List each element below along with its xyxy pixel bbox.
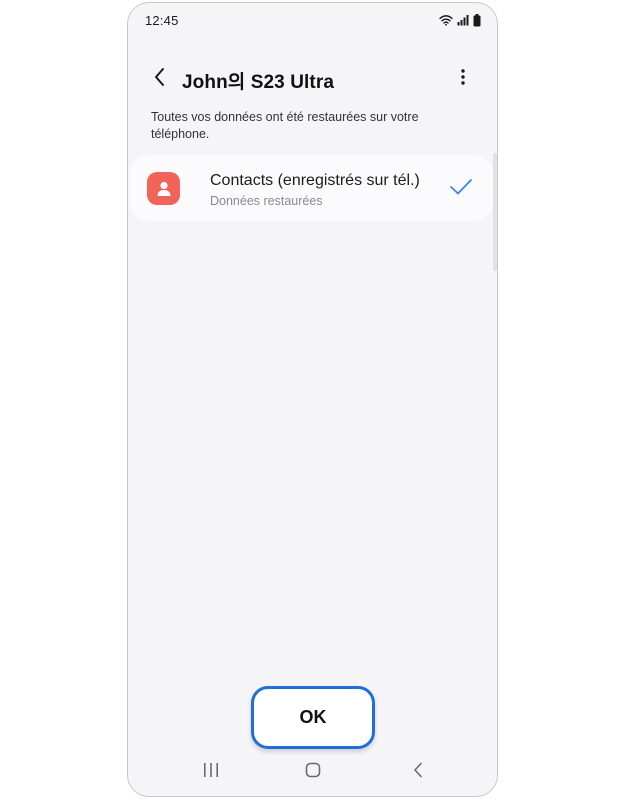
contacts-icon xyxy=(147,172,180,205)
status-time: 12:45 xyxy=(145,12,179,28)
navigation-bar xyxy=(128,748,497,796)
nav-back-button[interactable] xyxy=(406,760,430,784)
item-title: Contacts (enregistrés sur tél.) xyxy=(210,172,420,189)
scrollbar[interactable] xyxy=(493,153,497,271)
more-vertical-icon xyxy=(460,68,466,91)
signal-icon xyxy=(457,14,469,26)
page-title: John의 S23 Ultra xyxy=(182,72,335,93)
home-icon xyxy=(305,762,321,783)
ok-button[interactable]: OK xyxy=(251,686,375,749)
list-item-contacts[interactable]: Contacts (enregistrés sur tél.) Données … xyxy=(130,155,493,221)
back-arrow-icon xyxy=(153,67,167,92)
restore-description: Toutes vos données ont été restaurées su… xyxy=(151,110,419,141)
recents-icon xyxy=(202,762,220,783)
more-options-button[interactable] xyxy=(451,67,475,91)
item-subtitle: Données restaurées xyxy=(210,194,323,208)
home-button[interactable] xyxy=(301,760,325,784)
phone-screen: 12:45 John의 S23 Ultra Toutes vos données… xyxy=(127,2,498,797)
status-bar: 12:45 xyxy=(128,3,497,37)
wifi-icon xyxy=(439,14,453,26)
app-header: John의 S23 Ultra xyxy=(128,61,497,97)
check-icon xyxy=(449,177,473,197)
recents-button[interactable] xyxy=(199,760,223,784)
back-icon xyxy=(412,762,424,783)
back-button[interactable] xyxy=(148,67,172,91)
status-icons xyxy=(439,13,481,27)
battery-icon xyxy=(473,13,481,27)
